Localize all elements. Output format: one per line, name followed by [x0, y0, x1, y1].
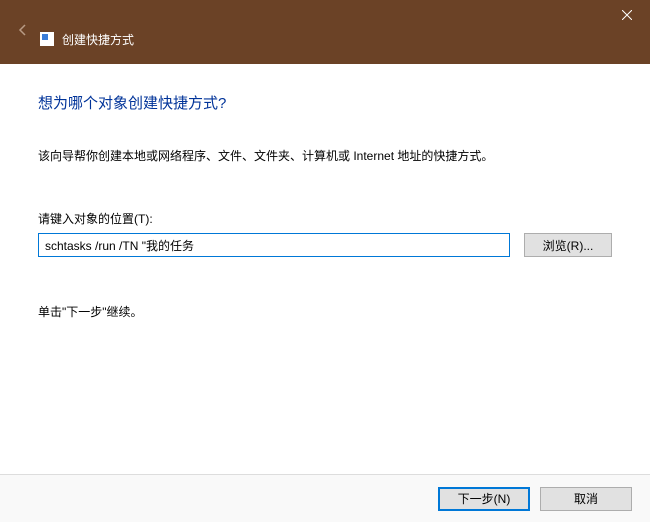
close-icon — [622, 10, 632, 20]
close-button[interactable] — [604, 0, 650, 30]
window-title: 创建快捷方式 — [62, 31, 134, 48]
description-text: 该向导帮你创建本地或网络程序、文件、文件夹、计算机或 Internet 地址的快… — [38, 147, 612, 164]
location-label: 请键入对象的位置(T): — [38, 210, 612, 227]
titlebar: 创建快捷方式 — [0, 0, 650, 64]
browse-button[interactable]: 浏览(R)... — [524, 233, 612, 257]
location-input[interactable] — [38, 233, 510, 257]
next-button[interactable]: 下一步(N) — [438, 487, 530, 511]
location-row: 浏览(R)... — [38, 233, 612, 257]
hint-text: 单击"下一步"继续。 — [38, 303, 612, 320]
page-heading: 想为哪个对象创建快捷方式? — [38, 92, 612, 113]
cancel-button[interactable]: 取消 — [540, 487, 632, 511]
shortcut-icon — [40, 32, 54, 46]
footer: 下一步(N) 取消 — [0, 474, 650, 522]
wizard-content: 想为哪个对象创建快捷方式? 该向导帮你创建本地或网络程序、文件、文件夹、计算机或… — [0, 64, 650, 320]
back-arrow-icon — [16, 23, 30, 42]
